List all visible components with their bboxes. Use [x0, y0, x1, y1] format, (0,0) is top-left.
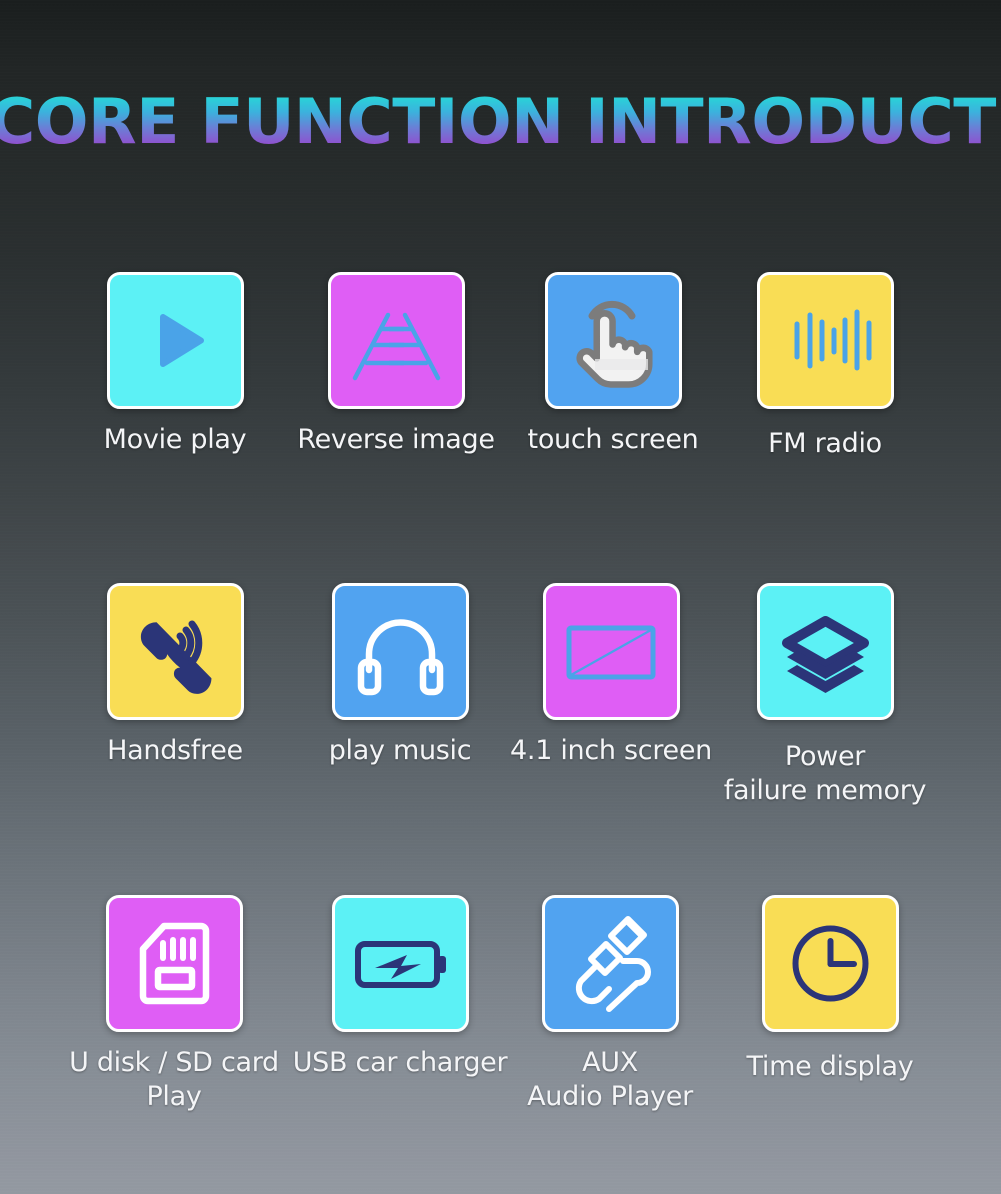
u-disk-sd-card-tile[interactable]	[105, 895, 243, 1032]
audio-waveform-icon	[794, 309, 871, 371]
feature-handsfree[interactable]: Handsfree	[45, 583, 305, 768]
feature-label: U disk / SD card Play	[69, 1047, 279, 1112]
usb-car-charger-tile[interactable]	[331, 895, 469, 1032]
screen-diagonal-icon	[566, 625, 655, 680]
aux-plug-cable-icon	[575, 916, 651, 1012]
page-root: CORE FUNCTION INTRODUCTION Movie play	[0, 0, 1001, 1194]
screen-size-tile[interactable]	[542, 583, 680, 720]
movie-play-tile[interactable]	[106, 272, 244, 409]
layers-stack-icon	[781, 616, 869, 693]
feature-label: Handsfree	[107, 735, 243, 766]
aux-audio-player-tile[interactable]	[541, 895, 679, 1032]
reverse-image-tile[interactable]	[327, 272, 465, 409]
time-display-tile[interactable]	[761, 895, 899, 1032]
parking-guide-lines-icon	[352, 312, 440, 381]
clock-icon	[792, 925, 868, 1002]
feature-label: Power failure memory	[723, 741, 927, 806]
feature-label: FM radio	[768, 428, 882, 459]
feature-u-disk-sd-card[interactable]: U disk / SD card Play	[44, 895, 304, 1114]
play-music-tile[interactable]	[331, 583, 469, 720]
feature-power-failure-memory[interactable]: Power failure memory	[695, 583, 955, 808]
power-failure-memory-tile[interactable]	[756, 583, 894, 720]
battery-charging-icon	[354, 941, 446, 988]
handsfree-tile[interactable]	[106, 583, 244, 720]
touch-screen-tile[interactable]	[544, 272, 682, 409]
tap-hand-icon	[575, 300, 653, 388]
page-title: CORE FUNCTION INTRODUCTION	[0, 86, 1001, 158]
page-title-text: CORE FUNCTION INTRODUCTION	[0, 86, 1001, 158]
feature-grid: Movie play Reverse image touch screen FM…	[0, 0, 1001, 1194]
feature-fm-radio[interactable]: FM radio	[695, 272, 955, 461]
play-triangle-icon	[159, 314, 204, 367]
fm-radio-tile[interactable]	[756, 272, 894, 409]
phone-handset-icon	[140, 620, 211, 694]
feature-time-display[interactable]: Time display	[700, 895, 960, 1084]
feature-label: Time display	[746, 1051, 914, 1082]
headphones-icon	[357, 619, 443, 696]
sd-card-icon	[139, 922, 209, 1005]
